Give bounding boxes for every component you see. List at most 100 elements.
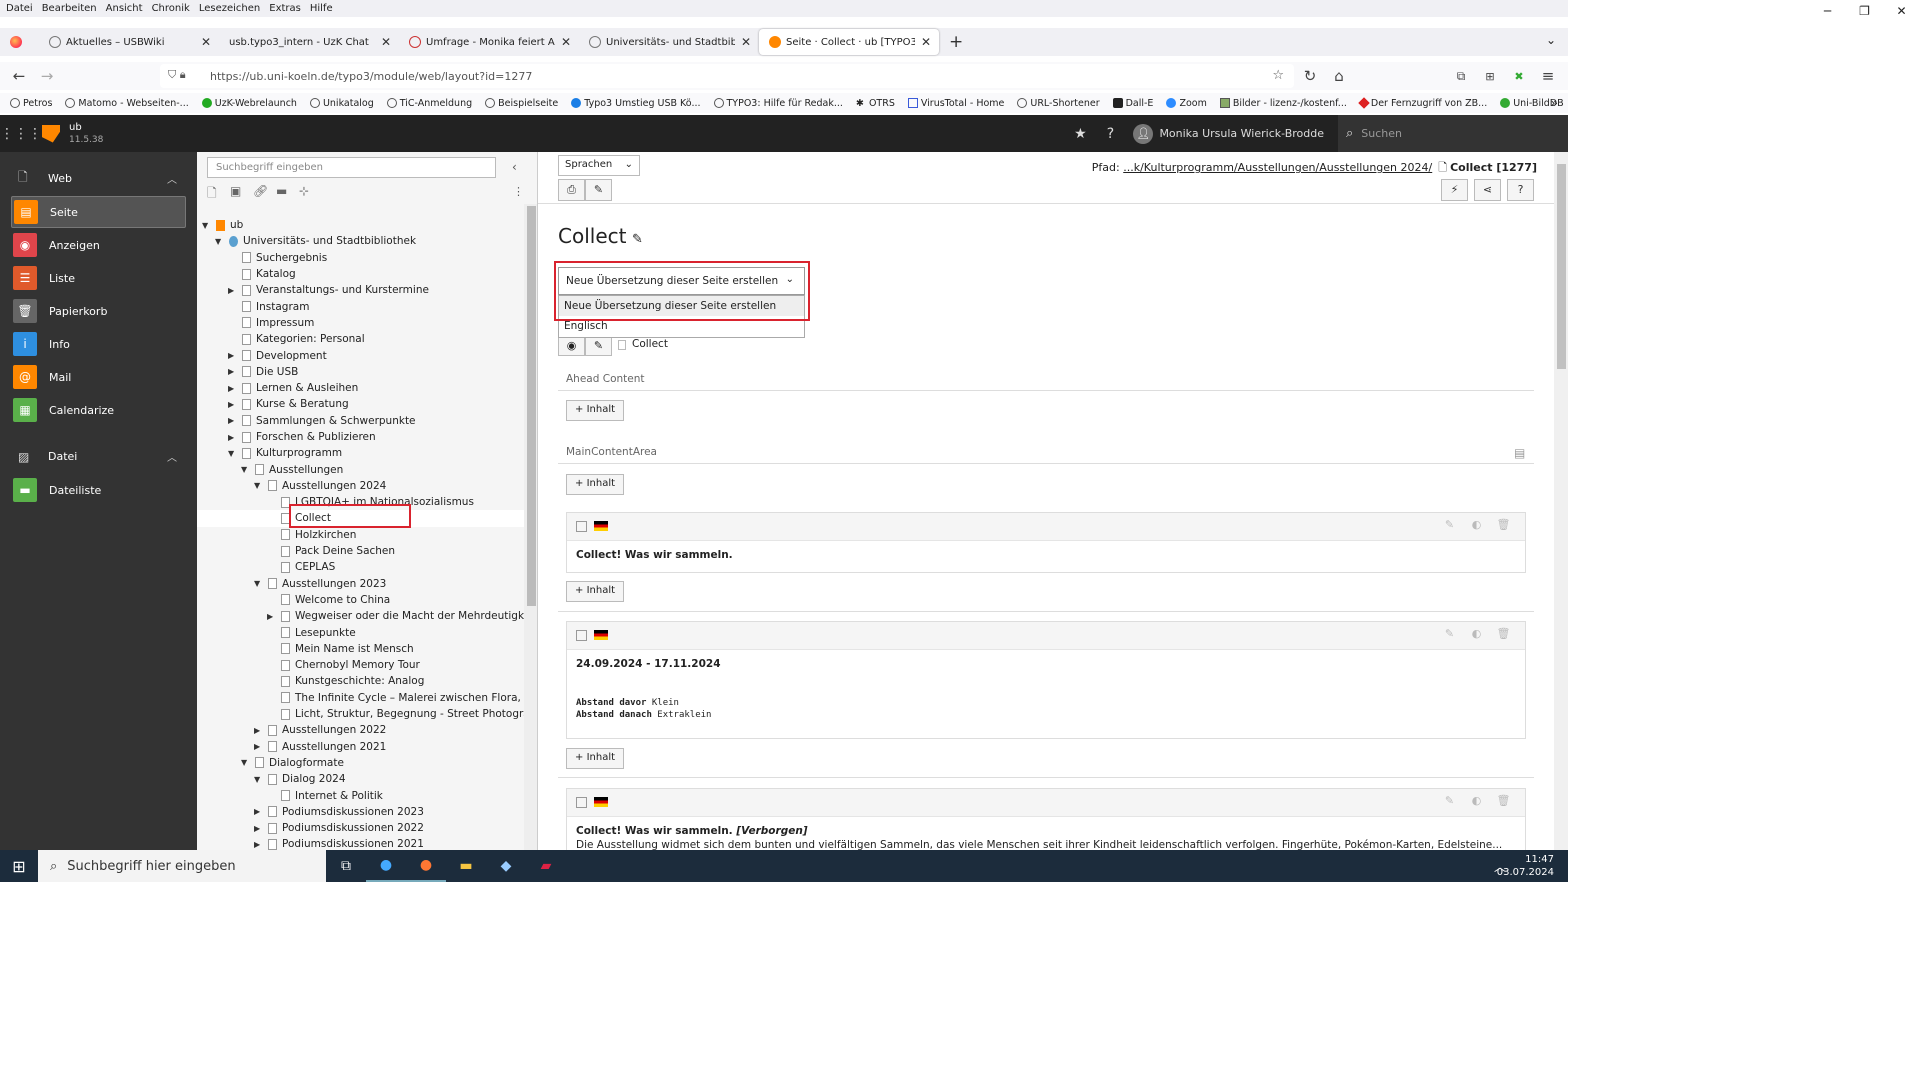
module-calendarize[interactable]: ▦ Calendarize	[11, 394, 186, 426]
expanded-toggle-icon[interactable]: ▼	[241, 465, 251, 474]
shield-lock-icon[interactable]: ⛉ 🔒︎	[168, 68, 186, 82]
tree-node[interactable]: Collect	[197, 504, 524, 529]
app-icon[interactable]: ◆	[486, 850, 526, 882]
spacer-icon[interactable]: ⊹	[299, 184, 322, 205]
bookmark-item[interactable]: Der Fernzugriff von ZB...	[1358, 97, 1487, 109]
menu-bearbeiten[interactable]: Bearbeiten	[42, 3, 97, 14]
delete-icon[interactable]: 🗑︎	[1490, 518, 1517, 531]
back-icon[interactable]: ←	[5, 67, 33, 85]
bookmark-item[interactable]: Typo3 Umstieg USB Kö...	[571, 98, 701, 109]
bookmark-item[interactable]: TYPO3: Hilfe für Redak...	[713, 98, 843, 109]
help-icon[interactable]: ?	[1095, 126, 1125, 142]
bookmark-item[interactable]: UzK-Webrelaunch	[201, 98, 297, 109]
bookmark-star-icon[interactable]: ★	[1065, 126, 1095, 142]
tree-node[interactable]: ▶ Ausstellungen 2022	[197, 722, 524, 738]
menu-ansicht[interactable]: Ansicht	[106, 3, 143, 14]
more-bookmarks-icon[interactable]: »	[1551, 96, 1558, 110]
toggle-visibility-icon[interactable]: ◐	[1463, 518, 1490, 531]
browser-tab[interactable]: usb.typo3_intern - UzK Chat ✕	[219, 29, 399, 55]
clear-cache-button[interactable]: ⚡	[1441, 179, 1468, 201]
bookmark-item[interactable]: Petros	[10, 98, 52, 109]
edit-icon[interactable]: ✎	[1436, 518, 1463, 531]
tree-node[interactable]: ▼ ub	[197, 217, 524, 233]
tree-node[interactable]: The Infinite Cycle – Malerei zwischen Fl…	[197, 690, 536, 706]
new-tab-icon[interactable]: +	[949, 32, 963, 52]
tree-node[interactable]: Kunstgeschichte: Analog	[197, 673, 524, 689]
webex-icon[interactable]: ●	[366, 850, 406, 882]
bookmark-item[interactable]: VirusTotal - Home	[907, 98, 1004, 109]
reload-icon[interactable]: ↻	[1296, 67, 1324, 85]
browser-tab[interactable]: Umfrage - Monika feiert Absch ✕	[399, 29, 579, 55]
content-element[interactable]: ✎ ◐ 🗑︎ Collect! Was wir sammeln.	[566, 512, 1526, 573]
task-view-icon[interactable]: ⧉	[326, 850, 366, 882]
bookmark-item[interactable]: URL-Shortener	[1017, 98, 1100, 109]
menu-hilfe[interactable]: Hilfe	[310, 3, 333, 14]
browser-tab[interactable]: Aktuelles – USBWiki ✕	[39, 29, 219, 55]
tree-node[interactable]: ▶ Wegweiser oder die Macht der Mehrdeutig…	[197, 608, 530, 624]
edit-column-icon[interactable]: ▤	[1514, 446, 1525, 460]
tree-node[interactable]: Chernobyl Memory Tour	[197, 657, 524, 673]
firefox-view-icon[interactable]	[10, 36, 22, 48]
path-link[interactable]: ...k/Kulturprogramm/Ausstellungen/Ausste…	[1123, 161, 1432, 174]
tree-node[interactable]: ▶ Podiumsdiskussionen 2023	[197, 804, 524, 820]
clock[interactable]: 11:47 03.07.2024	[1497, 853, 1554, 879]
folder-icon[interactable]: ▬	[276, 184, 299, 205]
extensions-icon[interactable]: ⧉	[1447, 69, 1475, 84]
edit-icon[interactable]: ✎	[1436, 794, 1463, 807]
menu-lesezeichen[interactable]: Lesezeichen	[199, 3, 260, 14]
tree-node[interactable]: ▶ Kurse & Beratung	[197, 396, 524, 412]
bookmark-item[interactable]: ✱ OTRS	[856, 98, 895, 110]
collapsed-toggle-icon[interactable]: ▶	[228, 416, 238, 425]
collapsed-toggle-icon[interactable]: ▶	[228, 433, 238, 442]
module-group-web[interactable]: 🗋︎ Web ︿	[0, 162, 197, 195]
add-content-button[interactable]: + Inhalt	[566, 400, 624, 421]
share-button[interactable]: ⋖	[1474, 179, 1501, 201]
collapsed-toggle-icon[interactable]: ▶	[254, 824, 264, 833]
edit-title-icon[interactable]: ✎	[632, 232, 643, 247]
tree-node[interactable]: CEPLAS	[197, 559, 524, 575]
tree-node[interactable]: ▶ Lernen & Ausleihen	[197, 380, 524, 396]
bookmark-star-icon[interactable]: ☆	[1272, 68, 1284, 83]
tree-node[interactable]: Mein Name ist Mensch	[197, 641, 524, 657]
addon-2-icon[interactable]: ✖	[1505, 70, 1533, 83]
tree-node[interactable]: ▶ Podiumsdiskussionen 2022	[197, 820, 524, 836]
tree-node[interactable]: Lesepunkte	[197, 624, 524, 640]
menu-chronik[interactable]: Chronik	[152, 3, 190, 14]
expanded-toggle-icon[interactable]: ▼	[228, 449, 238, 458]
tree-node[interactable]: ▼ Ausstellungen 2024	[197, 478, 524, 494]
more-icon[interactable]: ⋮	[513, 185, 524, 198]
bookmark-item[interactable]: Zoom	[1166, 98, 1207, 109]
edit-icon[interactable]: ✎	[1436, 627, 1463, 640]
collapse-tree-icon[interactable]: ‹	[512, 160, 517, 174]
menu-extras[interactable]: Extras	[269, 3, 301, 14]
tree-node[interactable]: ▶ Sammlungen & Schwerpunkte	[197, 413, 524, 429]
file-explorer-icon[interactable]: ▬	[446, 850, 486, 882]
module-papierkorb[interactable]: 🗑︎ Papierkorb	[11, 295, 186, 327]
edit-page-button[interactable]: ✎	[585, 179, 612, 201]
menu-datei[interactable]: Datei	[6, 3, 33, 14]
module-info[interactable]: i Info	[11, 328, 186, 360]
taskbar-search[interactable]: ⌕ Suchbegriff hier eingeben	[38, 850, 326, 882]
content-element[interactable]: ✎ ◐ 🗑︎ 24.09.2024 - 17.11.2024 Abstand dav…	[566, 621, 1526, 739]
collapsed-toggle-icon[interactable]: ▶	[254, 742, 264, 751]
tree-node[interactable]: ▼ Universitäts- und Stadtbibliothek	[197, 233, 524, 249]
add-content-button[interactable]: + Inhalt	[566, 748, 624, 769]
new-page-content-icon[interactable]: ▣	[230, 184, 253, 205]
powerpoint-icon[interactable]: ▰	[526, 850, 566, 882]
typo3-logo-icon[interactable]	[42, 124, 60, 143]
expanded-toggle-icon[interactable]: ▼	[241, 758, 251, 767]
tab-list-icon[interactable]: ⌄	[1546, 33, 1556, 47]
tree-node[interactable]: ▼ Kulturprogramm	[197, 445, 524, 461]
forward-icon[interactable]: →	[33, 67, 61, 85]
delete-icon[interactable]: 🗑︎	[1490, 794, 1517, 807]
collapsed-toggle-icon[interactable]: ▶	[228, 367, 238, 376]
tree-node[interactable]: Kategorien: Personal	[197, 331, 524, 347]
collapsed-toggle-icon[interactable]: ▶	[228, 400, 238, 409]
module-anzeigen[interactable]: ◉ Anzeigen	[11, 229, 186, 261]
view-icon[interactable]: ◉	[558, 335, 585, 356]
bookmark-item[interactable]: Unikatalog	[309, 98, 374, 109]
hamburger-menu-icon[interactable]: ≡	[1534, 67, 1562, 85]
tree-node[interactable]: Holzkirchen	[197, 527, 524, 543]
module-dateiliste[interactable]: ▬ Dateiliste	[11, 474, 186, 506]
collapsed-toggle-icon[interactable]: ▶	[228, 351, 238, 360]
